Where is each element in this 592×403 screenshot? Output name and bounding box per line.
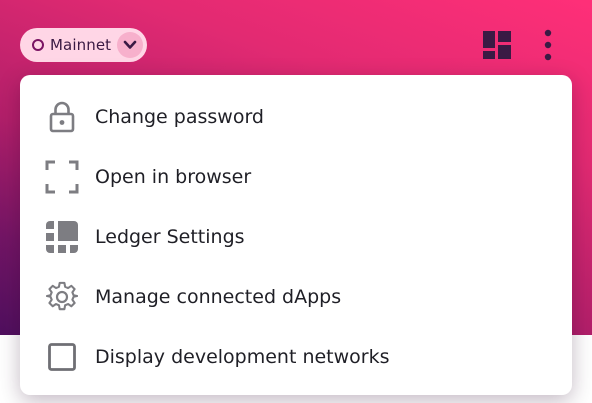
network-selector[interactable]: Mainnet: [20, 28, 148, 62]
network-label: Mainnet: [50, 36, 112, 54]
menu-item-label: Ledger Settings: [95, 226, 245, 248]
menu-item-label: Display development networks: [95, 346, 390, 368]
lock-icon: [44, 99, 80, 135]
expand-icon: [44, 159, 80, 195]
menu-item-open-in-browser[interactable]: Open in browser: [20, 147, 572, 207]
menu-item-manage-dapps[interactable]: Manage connected dApps: [20, 267, 572, 327]
gear-icon: [44, 279, 80, 315]
kebab-menu-icon[interactable]: [536, 28, 560, 62]
menu-item-label: Manage connected dApps: [95, 286, 342, 308]
settings-menu: Change password Open in browser Ledger S: [20, 75, 572, 395]
menu-item-change-password[interactable]: Change password: [20, 87, 572, 147]
menu-item-display-dev-networks[interactable]: Display development networks: [20, 327, 572, 387]
menu-item-ledger-settings[interactable]: Ledger Settings: [20, 207, 572, 267]
menu-item-label: Open in browser: [95, 166, 252, 188]
checkbox-icon[interactable]: [44, 339, 80, 375]
menu-item-label: Change password: [95, 106, 264, 128]
dashboard-grid-icon[interactable]: [482, 30, 512, 60]
chevron-down-icon[interactable]: [117, 32, 144, 58]
network-ring-icon: [32, 39, 44, 51]
ledger-icon: [44, 219, 80, 255]
